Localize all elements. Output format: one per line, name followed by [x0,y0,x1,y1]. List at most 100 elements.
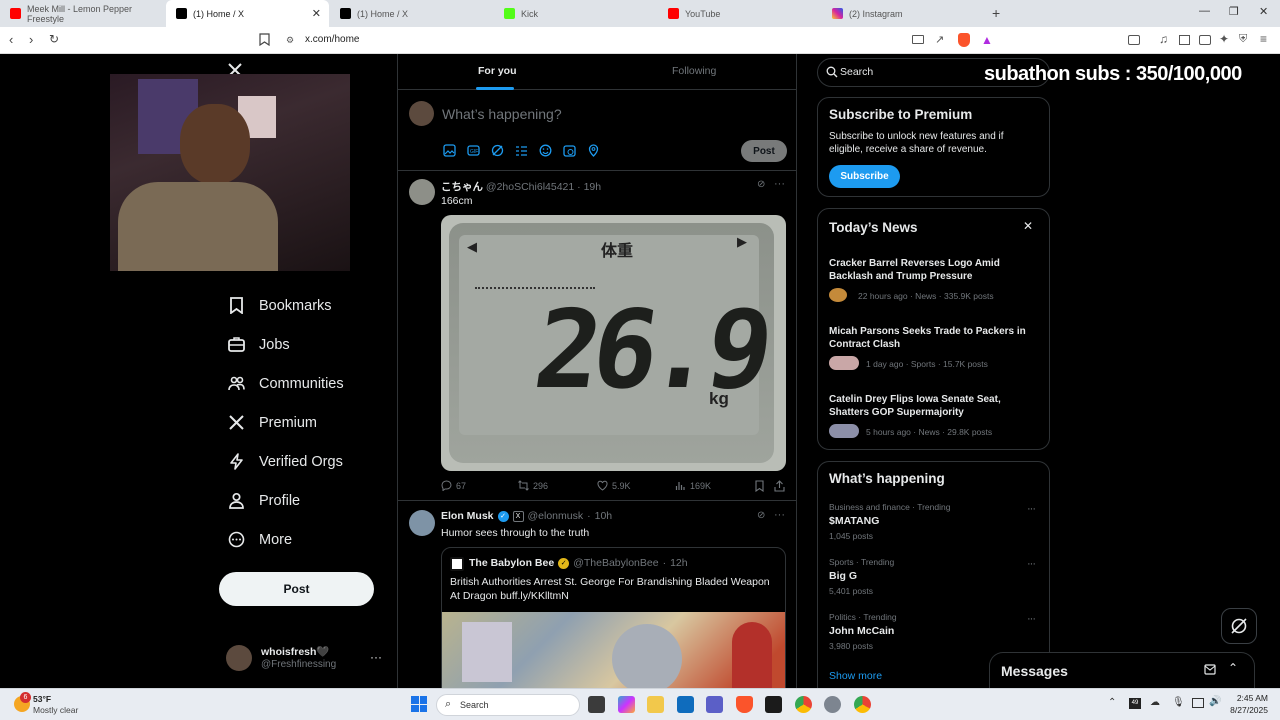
tray-app-icon[interactable]: 49 [1129,698,1141,709]
copilot-icon[interactable] [618,696,635,713]
location-icon[interactable] [587,144,600,157]
account-avatar[interactable] [226,645,252,671]
post-handle[interactable]: @2hoSChi6l45421 [486,181,574,193]
like-button[interactable]: 5.9K [597,480,631,491]
brave-shield-icon[interactable] [958,33,970,47]
cloud-icon[interactable]: ☁ [1150,697,1160,708]
grok-action-icon[interactable]: ⊘ [757,510,765,521]
vpn-icon[interactable]: ⛨ [1239,33,1247,46]
bookmark-page-icon[interactable] [259,33,270,46]
reply-button[interactable]: 67 [441,480,466,491]
menu-icon[interactable]: ≡ [1260,32,1267,46]
browser-tab[interactable]: Kick [494,0,654,27]
bookmark-post-icon[interactable] [754,480,765,492]
nav-jobs[interactable]: Jobs [228,336,290,353]
expand-messages-icon[interactable]: ⌃ [1228,661,1238,675]
site-info-icon[interactable]: ⚙ [286,35,294,46]
share-post-icon[interactable] [774,480,785,492]
post-time[interactable]: 19h [584,181,602,193]
quoted-image[interactable] [442,612,785,688]
trend-name[interactable]: Big G [829,570,857,582]
sidebar-toggle-icon[interactable] [1179,35,1190,45]
grok-floating-button[interactable] [1221,608,1257,644]
media-icon[interactable] [443,144,456,157]
news-headline[interactable]: Cracker Barrel Reverses Logo Amid Backla… [829,257,1039,283]
window-close-icon[interactable]: ✕ [1259,5,1268,18]
grok-action-icon[interactable]: ⊘ [757,179,765,190]
tab-for-you[interactable]: For you [478,65,517,77]
post-image[interactable]: ◀ ▶ 体重 26.9 kg [441,215,786,471]
clock-time[interactable]: 2:45 AM [1232,693,1268,703]
account-menu-icon[interactable]: ··· [370,650,382,664]
clock-date[interactable]: 8/27/2025 [1226,705,1268,715]
poll-icon[interactable] [515,144,528,157]
post-avatar[interactable] [409,179,435,205]
nav-more[interactable]: More [228,531,292,548]
nav-premium[interactable]: Premium [228,414,317,431]
trend-more-icon[interactable]: ··· [1027,503,1036,515]
restore-icon[interactable]: ❐ [1229,5,1239,18]
media-icon[interactable]: ♫ [1159,32,1168,46]
file-explorer-icon[interactable] [647,696,664,713]
post-avatar[interactable] [409,510,435,536]
post-card[interactable]: Elon Musk ✓ X @elonmusk · 10h ⊘ ··· Humo… [398,501,796,688]
browser-tab[interactable]: Meek Mill - Lemon Pepper Freestyle [0,0,160,27]
show-more-link[interactable]: Show more [829,670,882,682]
repost-button[interactable]: 296 [518,480,548,491]
post-author[interactable]: Elon Musk [441,510,494,522]
messages-drawer[interactable]: Messages ⌃ [989,652,1255,688]
quoted-post[interactable]: The Babylon Bee ✓ @TheBabylonBee · 12h B… [441,547,786,688]
taskbar-search[interactable]: ⌕ Search [436,694,580,716]
chrome-icon[interactable] [854,696,871,713]
minimize-icon[interactable]: — [1199,5,1210,17]
brave-icon[interactable] [736,696,753,713]
windows-start-icon[interactable] [411,696,427,712]
post-more-icon[interactable]: ··· [774,178,785,190]
settings-icon[interactable] [824,696,841,713]
nav-bookmarks[interactable]: Bookmarks [228,297,332,314]
tray-overflow-icon[interactable]: ⌃ [1108,697,1116,708]
task-view-icon[interactable] [588,696,605,713]
grok-icon[interactable] [491,144,504,157]
tab-following[interactable]: Following [672,65,716,77]
composer-input[interactable]: What’s happening? [442,106,562,122]
reload-icon[interactable]: ↻ [49,32,59,46]
search-input[interactable]: Search [840,66,873,78]
trend-more-icon[interactable]: ··· [1027,558,1036,570]
post-more-icon[interactable]: ··· [774,509,785,521]
browser-tab-active[interactable]: (1) Home / X ✕ [166,0,329,27]
trend-name[interactable]: John McCain [829,625,894,637]
post-author[interactable]: こちゃん [441,181,483,193]
trend-more-icon[interactable]: ··· [1027,613,1036,625]
browser-tab[interactable]: (1) Home / X [330,0,490,27]
display-icon[interactable] [1192,698,1204,708]
volume-icon[interactable]: 🔊 [1209,696,1221,707]
outlook-icon[interactable] [677,696,694,713]
close-news-icon[interactable]: ✕ [1023,219,1033,233]
browser-tab[interactable]: (2) Instagram [822,0,982,27]
teams-icon[interactable] [706,696,723,713]
app-icon[interactable] [765,696,782,713]
chrome-icon[interactable] [795,696,812,713]
subscribe-button[interactable]: Subscribe [829,165,900,188]
new-tab-button[interactable]: + [992,5,1000,21]
trend-name[interactable]: $MATANG [829,515,879,527]
views-button[interactable]: 169K [675,480,711,491]
post-card[interactable]: こちゃん @2hoSChi6l45421 · 19h ⊘ ··· 166cm ◀… [398,171,796,501]
back-icon[interactable]: ‹ [9,32,13,47]
browser-tab[interactable]: YouTube [658,0,818,27]
nav-profile[interactable]: Profile [228,492,300,509]
nav-verified-orgs[interactable]: Verified Orgs [228,453,343,470]
news-headline[interactable]: Catelin Drey Flips Iowa Senate Seat, Sha… [829,393,1039,419]
wallet-icon[interactable] [1199,35,1211,45]
schedule-icon[interactable] [563,144,576,157]
microphone-icon[interactable]: 🎙 [1172,697,1185,708]
cast-icon[interactable] [912,35,924,44]
brave-rewards-icon[interactable]: ▲ [981,33,993,47]
new-message-icon[interactable] [1204,664,1217,676]
post-time[interactable]: 10h [595,510,613,522]
nav-communities[interactable]: Communities [228,375,344,392]
close-tab-icon[interactable]: ✕ [312,7,321,20]
reader-mode-icon[interactable] [1128,35,1140,45]
share-icon[interactable]: ↗ [935,33,944,46]
